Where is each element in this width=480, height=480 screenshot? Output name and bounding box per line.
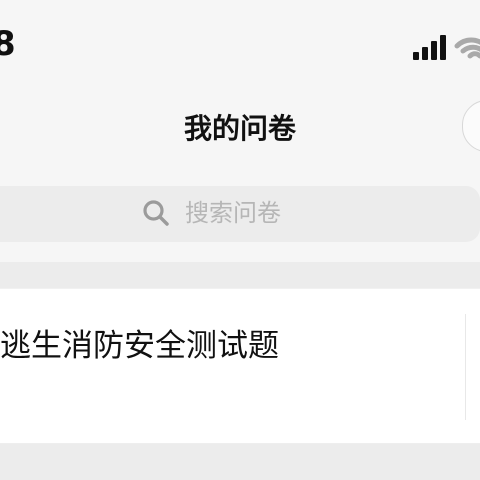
page-title: 我的问卷	[183, 112, 296, 145]
status-time: 8	[0, 24, 17, 64]
survey-list-item[interactable]: 逃生消防安全测试题	[0, 288, 480, 444]
mobile-screen: 8 我的问卷 搜索问卷 逃生消防安全测试题	[0, 0, 480, 480]
next-list-item-edge	[0, 460, 480, 480]
cellular-signal-icon	[413, 34, 449, 60]
card-divider	[465, 314, 466, 420]
wifi-icon	[454, 37, 480, 59]
search-placeholder: 搜索问卷	[185, 199, 281, 227]
status-bar: 8	[0, 0, 480, 92]
survey-title: 逃生消防安全测试题	[0, 328, 279, 364]
search-icon	[143, 200, 169, 226]
page-header: 我的问卷	[0, 92, 480, 168]
